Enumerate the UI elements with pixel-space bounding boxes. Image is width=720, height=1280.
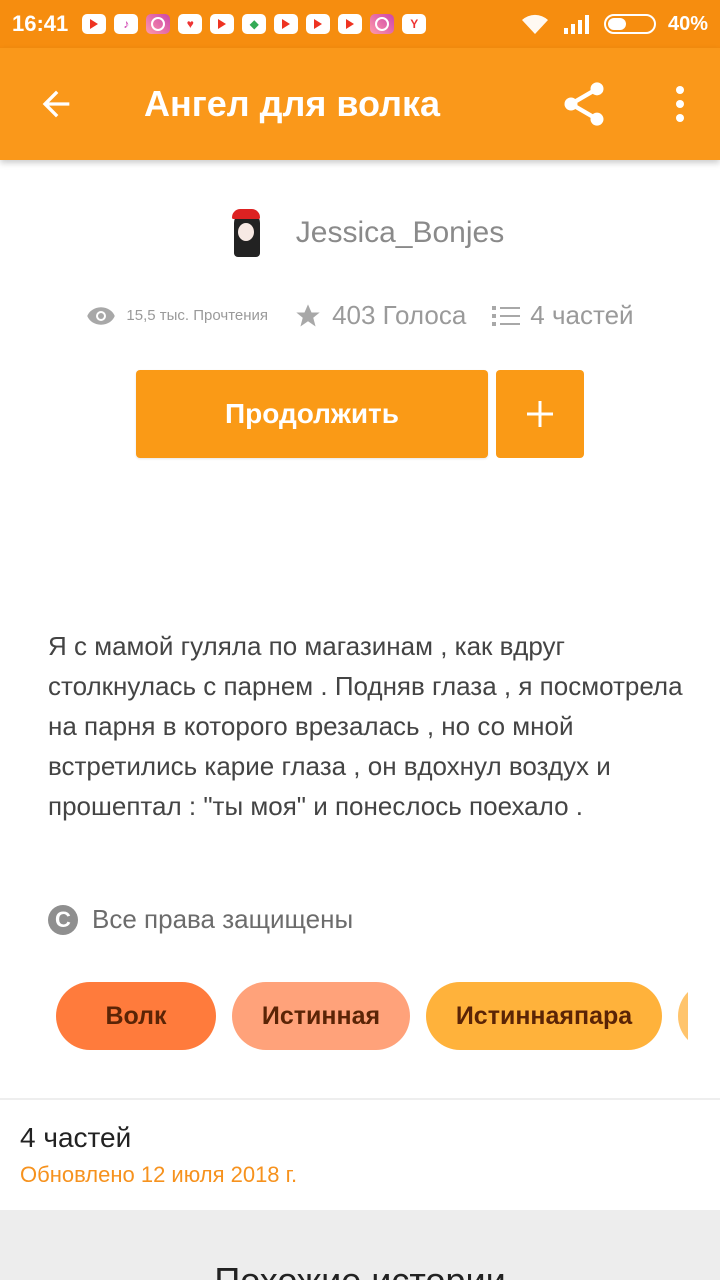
story-description: Я с мамой гуляла по магазинам , как вдру… (48, 631, 683, 821)
notification-icons: ♪ ♥ ◆ Y (82, 14, 427, 34)
signal-icon (563, 15, 589, 34)
parts-count: 4 частей (530, 300, 634, 330)
app-bar: Ангел для волка (0, 48, 720, 160)
parts-title[interactable]: 4 частей (20, 1122, 131, 1154)
wifi-icon (521, 14, 548, 34)
parts-stat: 4 частей (492, 300, 634, 331)
share-icon (564, 82, 604, 126)
star-icon (296, 303, 320, 326)
story-title: Ангел для волка (144, 83, 441, 124)
share-button[interactable] (544, 48, 624, 160)
youtube-icon (338, 14, 363, 34)
tag-chip[interactable] (678, 982, 688, 1050)
similar-stories-section: Похожие истории (0, 1210, 720, 1280)
eye-icon (87, 306, 116, 325)
instagram-icon (370, 14, 395, 34)
status-right: 40% (520, 12, 708, 36)
author-name[interactable]: Jessica_Bonjes (296, 216, 504, 250)
battery-icon (603, 14, 656, 34)
yandex-icon: Y (402, 14, 427, 34)
similar-stories-title: Похожие истории (0, 1260, 720, 1280)
copyright-row: C Все права защищены (48, 904, 353, 935)
reads-stat: 15,5 тыс. Прочтения (86, 305, 268, 327)
heart-icon: ♥ (178, 14, 203, 34)
list-icon (492, 305, 521, 326)
battery-percent: 40% (667, 12, 708, 35)
copyright-icon: C (48, 904, 78, 935)
story-stats: 15,5 тыс. Прочтения 403 Голоса 4 частей (0, 300, 720, 331)
arrow-back-icon (42, 90, 70, 118)
votes-stat: 403 Голоса (294, 300, 466, 331)
section-divider (0, 1098, 720, 1100)
status-bar: 16:41 ♪ ♥ ◆ Y 40% (0, 0, 720, 48)
continue-reading-button[interactable]: Продолжить (136, 370, 488, 458)
youtube-icon (82, 14, 107, 34)
avatar[interactable] (215, 205, 272, 261)
screen: 16:41 ♪ ♥ ◆ Y 40% Ангел для волка Jessic… (0, 0, 720, 1280)
add-to-library-button[interactable] (496, 370, 584, 458)
back-button[interactable] (0, 48, 112, 160)
avatar-hat (231, 209, 260, 219)
youtube-icon (274, 14, 299, 34)
maps-icon: ◆ (242, 14, 267, 34)
tag-chip[interactable]: Волк (56, 982, 216, 1050)
youtube-icon (306, 14, 331, 34)
instagram-icon (146, 14, 171, 34)
status-time: 16:41 (12, 11, 69, 36)
more-vert-icon (676, 86, 684, 122)
author-row[interactable]: Jessica_Bonjes (0, 205, 720, 261)
tag-chip[interactable]: Истинная (232, 982, 410, 1050)
tags-list: Волк Истинная Истиннаяпара (56, 982, 688, 1052)
reads-count: 15,5 тыс. Прочтения (126, 307, 269, 324)
more-options-button[interactable] (640, 48, 720, 160)
avatar-face (237, 223, 254, 241)
tiktok-icon: ♪ (114, 14, 139, 34)
youtube-icon (210, 14, 235, 34)
plus-icon (527, 401, 553, 427)
votes-count: 403 Голоса (332, 300, 467, 330)
copyright-label: Все права защищены (92, 904, 354, 934)
tag-chip[interactable]: Истиннаяпара (426, 982, 662, 1050)
updated-date: Обновлено 12 июля 2018 г. (20, 1162, 298, 1187)
